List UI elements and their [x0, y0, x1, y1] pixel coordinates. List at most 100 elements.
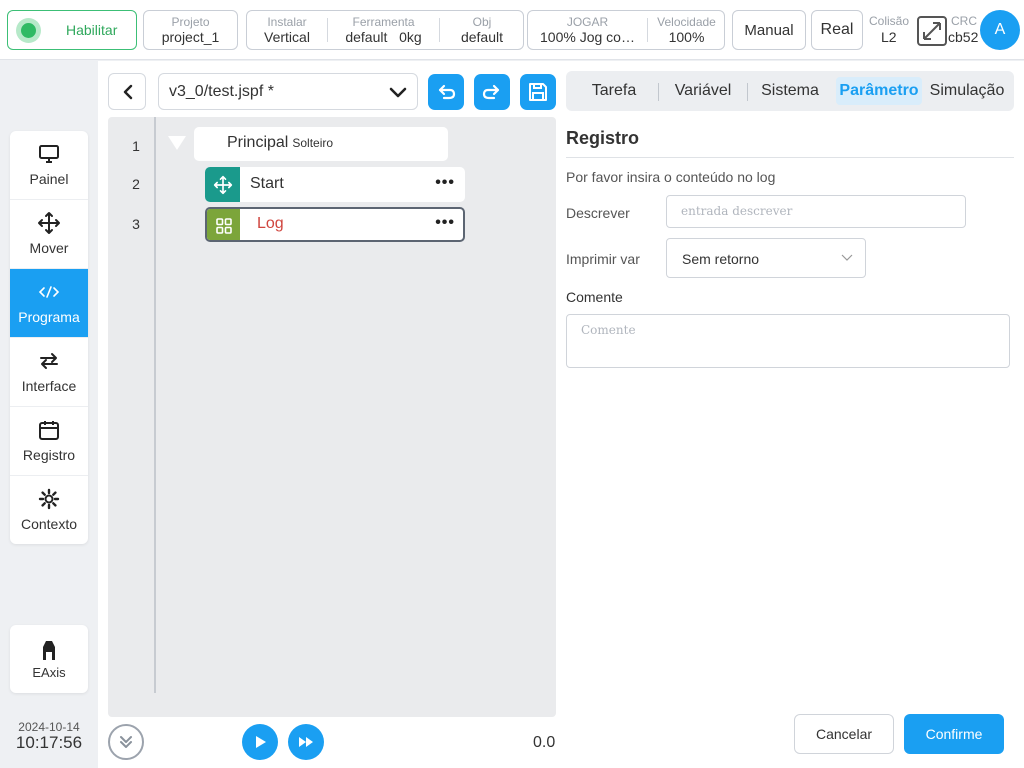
sidebar-item-registro[interactable]: Registro: [10, 407, 88, 476]
chevron-down-icon: [389, 87, 407, 98]
collision-value: L2: [881, 29, 897, 45]
grid-icon: [207, 209, 240, 240]
tab-variavel[interactable]: Variável: [666, 77, 740, 105]
play-button[interactable]: [242, 724, 278, 760]
node-label: Principal Solteiro: [227, 134, 334, 151]
node-label: Start: [250, 175, 284, 192]
sidebar-item-label: Registro: [22, 447, 76, 463]
collapse-all-button[interactable]: [108, 724, 144, 760]
more-icon[interactable]: •••: [435, 174, 455, 192]
enable-button[interactable]: Habilitar: [7, 10, 137, 50]
jog-speed-group[interactable]: JOGAR 100% Jog co… Velocidade 100%: [527, 10, 725, 50]
divider: [658, 83, 659, 101]
line-number: 1: [132, 138, 140, 154]
sidebar-item-mover[interactable]: Mover: [10, 200, 88, 269]
file-selector[interactable]: v3_0/test.jspf *: [158, 73, 418, 110]
sidebar-item-label: Painel: [29, 171, 69, 187]
jog-value: 100% Jog co…: [540, 29, 635, 45]
sidebar-item-label: Programa: [18, 309, 80, 325]
crc-label: CRC: [951, 14, 977, 28]
confirm-button[interactable]: Confirme: [904, 714, 1004, 754]
move-arrows-icon: [38, 212, 60, 234]
tool-label: Ferramenta: [352, 15, 415, 29]
sidebar-item-label: Contexto: [20, 516, 78, 532]
code-icon: [38, 286, 60, 298]
redo-icon: [482, 84, 500, 100]
chevron-down-icon: [841, 254, 853, 261]
describe-label: Descrever: [566, 205, 630, 221]
tree-line: [154, 117, 156, 693]
speed-label: Velocidade: [657, 15, 716, 29]
more-icon[interactable]: •••: [435, 214, 455, 232]
node-label: Log: [257, 215, 284, 232]
project-value: project_1: [161, 29, 220, 45]
project-selector[interactable]: Projeto project_1: [143, 10, 238, 50]
sidebar-item-painel[interactable]: Painel: [10, 131, 88, 200]
calendar-icon: [39, 421, 59, 440]
tree-node-start[interactable]: Start •••: [205, 167, 465, 202]
top-bar: Habilitar Projeto project_1 Instalar Ver…: [0, 0, 1024, 60]
tool-payload: 0kg: [399, 29, 422, 45]
save-icon: [529, 83, 547, 101]
tab-tarefa[interactable]: Tarefa: [580, 77, 648, 105]
cancel-button[interactable]: Cancelar: [794, 714, 894, 754]
comment-input[interactable]: [566, 314, 1010, 368]
tree-node-principal[interactable]: Principal Solteiro: [168, 127, 448, 161]
divider: [747, 83, 748, 101]
real-mode-button[interactable]: Real: [811, 10, 863, 50]
play-icon: [256, 736, 266, 748]
eaxis-icon: [43, 641, 55, 660]
enable-status-icon: [16, 18, 41, 43]
install-label: Instalar: [267, 15, 307, 29]
line-number: 2: [132, 176, 140, 192]
undo-icon: [438, 84, 456, 100]
step-forward-button[interactable]: [288, 724, 324, 760]
eaxis-label: EAxis: [32, 665, 66, 680]
comment-label: Comente: [566, 289, 623, 305]
right-panel: Tarefa Variável Sistema Parâmetro Simula…: [560, 61, 1024, 768]
divider: [566, 157, 1014, 158]
speed-value: 100%: [668, 29, 705, 45]
avatar[interactable]: A: [980, 10, 1020, 50]
sidebar-item-interface[interactable]: Interface: [10, 338, 88, 407]
redo-button[interactable]: [474, 74, 510, 110]
move-arrows-icon: [205, 167, 240, 202]
tab-bar: Tarefa Variável Sistema Parâmetro Simula…: [566, 71, 1014, 111]
eaxis-button[interactable]: EAxis: [10, 625, 88, 693]
tab-sistema[interactable]: Sistema: [754, 77, 826, 105]
print-var-label: Imprimir var: [566, 251, 640, 267]
back-button[interactable]: [108, 73, 146, 110]
print-var-select[interactable]: Sem retorno: [666, 238, 866, 278]
sidebar-item-label: Interface: [21, 378, 77, 394]
chevron-left-icon: [123, 84, 133, 100]
collapse-caret-icon[interactable]: [168, 136, 186, 150]
tab-parametro[interactable]: Parâmetro: [836, 77, 922, 105]
install-value: Vertical: [264, 29, 310, 45]
print-var-value: Sem retorno: [682, 251, 760, 267]
monitor-icon: [39, 145, 59, 163]
gear-icon: [38, 488, 60, 510]
file-name: v3_0/test.jspf *: [169, 83, 274, 100]
hint-text: Por favor insira o conteúdo no log: [566, 169, 776, 185]
program-panel: v3_0/test.jspf * 1 2 3 Principal Solteiro: [98, 61, 560, 768]
line-number: 3: [132, 216, 140, 232]
tool-value: default 0kg: [345, 29, 422, 45]
obj-label: Obj: [472, 15, 492, 29]
undo-button[interactable]: [428, 74, 464, 110]
save-button[interactable]: [520, 74, 556, 110]
clock-date: 2024-10-14: [18, 720, 80, 734]
crc-value: cb52: [948, 29, 979, 45]
obj-value: default: [460, 29, 504, 45]
expand-icon[interactable]: [917, 16, 947, 46]
sidebar-item-programa[interactable]: Programa: [10, 269, 88, 338]
tree-node-log[interactable]: Log •••: [205, 207, 465, 242]
manual-mode-button[interactable]: Manual: [732, 10, 806, 50]
describe-input[interactable]: [666, 195, 966, 228]
sidebar-item-contexto[interactable]: Contexto: [10, 476, 88, 544]
collision-label: Colisão: [869, 14, 910, 28]
tab-simulacao[interactable]: Simulação: [925, 77, 1009, 105]
install-tool-obj-group[interactable]: Instalar Vertical Ferramenta default 0kg…: [246, 10, 524, 50]
jog-label: JOGAR: [566, 15, 609, 29]
program-tree: 1 2 3 Principal Solteiro Start ••• Log •…: [108, 117, 556, 717]
swap-icon: [40, 353, 58, 369]
